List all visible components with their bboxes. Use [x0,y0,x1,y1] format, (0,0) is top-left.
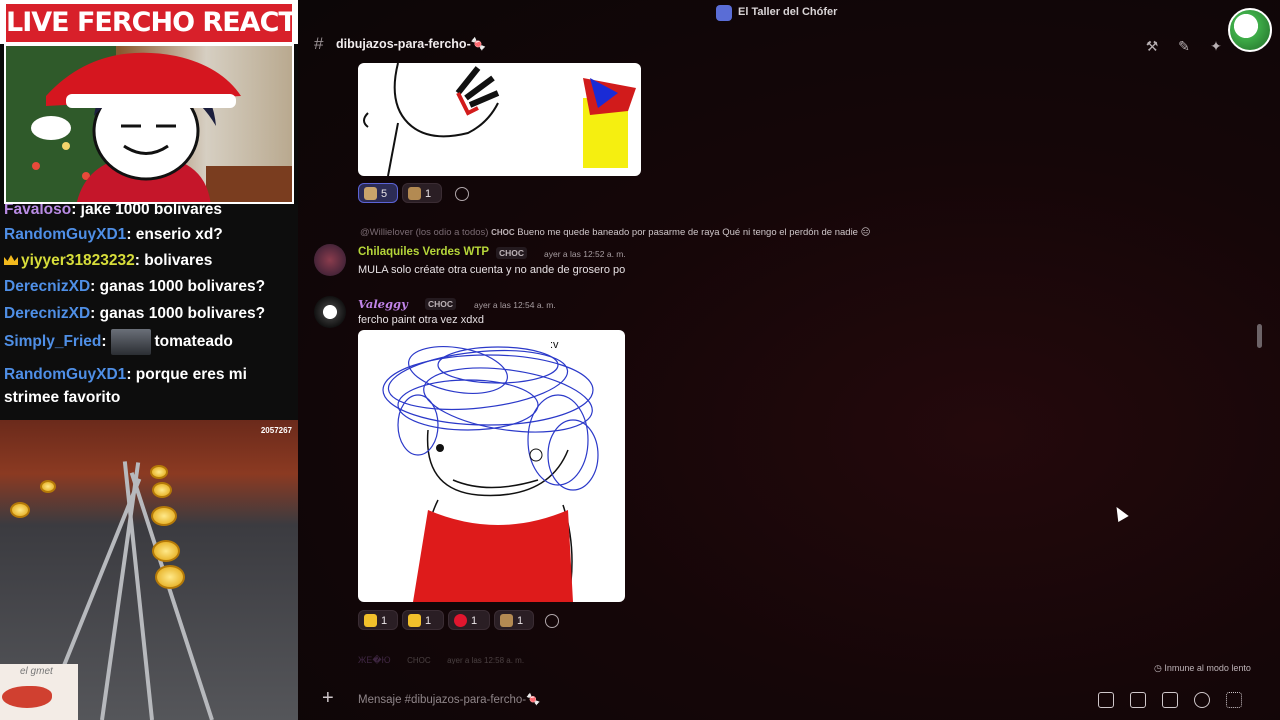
chat-emote-image [110,329,151,355]
svg-text::v: :v [550,339,559,351]
chat-message: RandomGuyXD1: enserio xd? [4,226,223,243]
discord-window: El Taller del Chófer # dibujazos-para-fe… [298,0,1280,720]
user-avatar[interactable] [314,244,346,276]
reply-preview[interactable]: @Willielover (los odio a todos) CHOC Bue… [360,227,871,238]
message-author[interactable]: Chilaquiles Verdes WTP [358,246,489,258]
avatar-drawing [6,46,292,202]
stream-chat: Favaloso: jake 1000 bolivares RandomGuyX… [0,204,298,420]
crown-icon [4,255,18,265]
clock-icon: ◷ [1154,663,1165,673]
coin [155,565,185,589]
chat-message: Favaloso: jake 1000 bolivares [4,204,222,218]
mouse-cursor [1111,503,1129,523]
rail [100,462,141,720]
reaction-button[interactable]: 5 [358,183,398,203]
message-content: MULA solo créate otra cuenta y no ande d… [358,264,626,276]
apps-icon[interactable] [1226,692,1242,708]
game-score: 2057267 [260,426,292,435]
hand [2,686,52,708]
message-author[interactable]: Valeggy [358,297,408,311]
coin [152,540,180,562]
heart-icon [454,614,467,627]
stream-overlay: LIVE FERCHO REACTION Favaloso: jake 1000… [0,0,298,720]
stream-title: LIVE FERCHO REACTION [6,4,292,42]
message-timestamp: ayer a las 12:52 a. m. [544,249,626,259]
stream-banner: LIVE FERCHO REACTION [0,0,298,44]
gift-icon[interactable] [1098,692,1114,708]
chat-message: Simply_Fried: tomateado [4,329,294,355]
user-avatar[interactable] [314,296,346,328]
channel-name: dibujazos-para-fercho-🍬 [336,37,487,51]
webcam-avatar [4,44,294,204]
plus-icon[interactable]: + [322,687,334,710]
message-timestamp: ayer a las 12:54 a. m. [474,300,556,310]
server-tag: CHOC [496,247,528,259]
notifications-off-icon[interactable]: ✎ [1176,38,1192,54]
title-bar: El Taller del Chófer [298,0,1280,28]
message-composer[interactable]: + Mensaje #dibujazos-para-fercho-🍬 [312,680,1266,720]
drawing-image: :v [382,339,599,602]
add-reaction-icon[interactable] [545,614,559,628]
emoji-reaction-icon [408,187,421,200]
coin [10,502,30,518]
scrollbar[interactable] [1257,324,1262,348]
add-reaction-icon[interactable] [455,187,469,201]
emoji-reaction-icon [500,614,513,627]
drawing-image [363,63,636,176]
image-attachment[interactable]: :v [358,330,625,602]
chat-message: RandomGuyXD1: porque eres mi strimee favo… [4,366,247,406]
coin [40,480,56,493]
chat-message: yiyyer31823232: bolivares [4,249,294,272]
emoji-reaction-icon [364,187,377,200]
reaction-button[interactable]: 1 [402,610,444,630]
coin [152,482,172,498]
channel-header: # dibujazos-para-fercho-🍬 ⚒ ✎ ✦ [298,28,1280,60]
hand-camera: el gmet [0,664,78,720]
message-content: fercho paint otra vez xdxd [358,314,484,326]
threads-icon[interactable]: ⚒ [1144,38,1160,54]
coin [151,506,177,526]
coin [150,465,168,479]
reaction-button[interactable]: 1 [494,610,534,630]
emoji-icon[interactable] [1194,692,1210,708]
chat-message: DerecnizXD: ganas 1000 bolivares? [4,278,266,295]
next-message-preview: ЖЕ�Ю CHOC ayer a las 12:58 a. m. [358,655,525,664]
pin-icon[interactable]: ✦ [1208,38,1224,54]
gif-icon[interactable] [1130,692,1146,708]
sticker-icon[interactable] [1162,692,1178,708]
message-input[interactable]: Mensaje #dibujazos-para-fercho-🍬 [358,692,540,706]
server-icon [716,5,732,21]
image-attachment[interactable] [358,63,641,176]
server-tag: CHOC [425,298,457,310]
chat-message: DerecnizXD: ganas 1000 bolivares? [4,305,266,322]
thumbs-up-icon [364,614,377,627]
reaction-button[interactable]: 1 [358,610,398,630]
slowmode-indicator: ◷ Inmune al modo lento [1154,663,1251,673]
reaction-button[interactable]: 1 [402,183,442,203]
hash-icon: # [314,34,324,53]
clap-icon [408,614,421,627]
streamer-avatar [1228,8,1272,52]
server-name: El Taller del Chófer [738,6,838,18]
reaction-button[interactable]: 1 [448,610,490,630]
